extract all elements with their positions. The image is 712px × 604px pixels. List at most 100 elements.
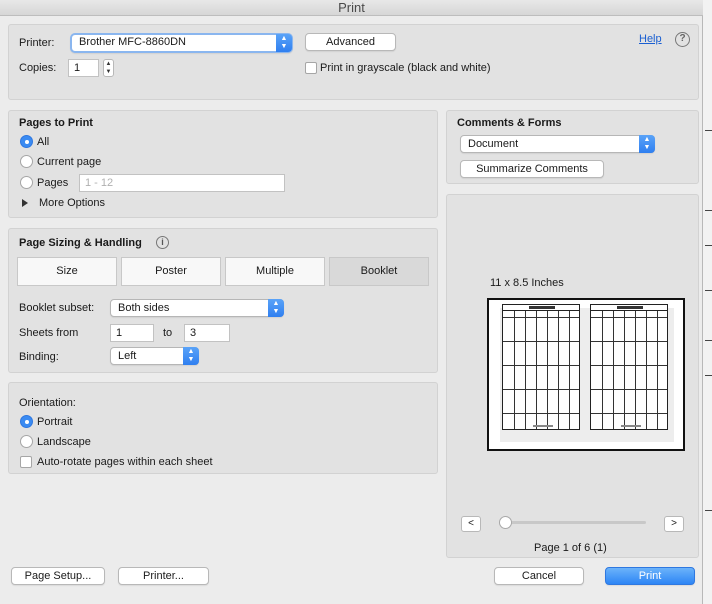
print-dialog: Print Printer: Brother MFC-8860DN ▲ ▼ Adv… bbox=[0, 0, 703, 604]
background-line bbox=[705, 130, 712, 131]
calendar-row-line bbox=[591, 317, 667, 318]
next-page-button[interactable]: > bbox=[664, 516, 684, 532]
landscape-radio[interactable] bbox=[20, 435, 33, 448]
booklet-page-left bbox=[502, 304, 580, 430]
disclosure-triangle-icon[interactable] bbox=[22, 199, 28, 207]
printer-label: Printer: bbox=[19, 37, 55, 49]
calendar-column-line bbox=[646, 311, 647, 429]
calendar-column-line bbox=[569, 311, 570, 429]
binding-value: Left bbox=[118, 350, 137, 362]
tab-poster[interactable]: Poster bbox=[121, 257, 221, 286]
calendar-column-line bbox=[514, 311, 515, 429]
popup-arrows-icon: ▲ ▼ bbox=[639, 135, 655, 153]
help-link[interactable]: Help bbox=[639, 33, 662, 45]
window-title: Print bbox=[0, 0, 703, 16]
page-sizing-title: Page Sizing & Handling bbox=[19, 237, 142, 249]
sheets-to-label: to bbox=[163, 327, 173, 339]
paper-size-label: 11 x 8.5 Inches bbox=[490, 277, 564, 289]
popup-arrows-icon: ▲ ▼ bbox=[268, 299, 284, 317]
binding-select[interactable]: Left ▲ ▼ bbox=[110, 347, 199, 365]
calendar-row-line bbox=[591, 365, 667, 366]
advanced-button[interactable]: Advanced bbox=[305, 33, 396, 51]
tab-multiple[interactable]: Multiple bbox=[225, 257, 325, 286]
printer-select-value: Brother MFC-8860DN bbox=[79, 36, 186, 48]
print-button[interactable]: Print bbox=[605, 567, 695, 585]
booklet-subset-select[interactable]: Both sides ▲ ▼ bbox=[110, 299, 284, 317]
calendar-footer bbox=[533, 425, 553, 427]
calendar-title-bar bbox=[529, 306, 555, 309]
background-line bbox=[705, 510, 712, 511]
calendar-footer bbox=[621, 425, 641, 427]
grayscale-label: Print in grayscale (black and white) bbox=[320, 62, 491, 74]
info-icon[interactable]: i bbox=[156, 236, 169, 249]
summarize-comments-button[interactable]: Summarize Comments bbox=[460, 160, 604, 178]
autorotate-checkbox[interactable] bbox=[20, 456, 32, 468]
comments-forms-select[interactable]: Document ▲ ▼ bbox=[460, 135, 655, 153]
portrait-label: Portrait bbox=[37, 416, 73, 428]
comments-forms-value: Document bbox=[468, 138, 519, 150]
copies-label: Copies: bbox=[19, 62, 57, 74]
calendar-row-line bbox=[503, 413, 579, 414]
pages-range-input[interactable]: 1 - 12 bbox=[79, 174, 285, 192]
background-line bbox=[705, 290, 712, 291]
page-slider-knob[interactable] bbox=[499, 516, 512, 529]
calendar-column-line bbox=[613, 311, 614, 429]
sheets-to-input[interactable]: 3 bbox=[184, 324, 230, 342]
current-page-radio[interactable] bbox=[20, 155, 33, 168]
calendar-row-line bbox=[591, 389, 667, 390]
booklet-subset-label: Booklet subset: bbox=[19, 302, 95, 314]
copies-input[interactable]: 1 bbox=[68, 59, 99, 77]
tab-booklet[interactable]: Booklet bbox=[329, 257, 429, 286]
orientation-title: Orientation: bbox=[19, 397, 76, 409]
cancel-button[interactable]: Cancel bbox=[494, 567, 584, 585]
pages-to-print-title: Pages to Print bbox=[19, 117, 93, 129]
background-line bbox=[705, 340, 712, 341]
calendar-column-line bbox=[525, 311, 526, 429]
portrait-radio[interactable] bbox=[20, 415, 33, 428]
page-setup-button[interactable]: Page Setup... bbox=[11, 567, 105, 585]
calendar-column-line bbox=[624, 311, 625, 429]
sheets-from-input[interactable]: 1 bbox=[110, 324, 154, 342]
sheets-from-label: Sheets from bbox=[19, 327, 79, 339]
popup-arrows-icon: ▲ ▼ bbox=[183, 347, 199, 365]
background-line bbox=[705, 245, 712, 246]
page-slider-track[interactable] bbox=[504, 521, 646, 524]
pages-all-radio[interactable] bbox=[20, 135, 33, 148]
calendar-column-line bbox=[635, 311, 636, 429]
printer-select[interactable]: Brother MFC-8860DN ▲ ▼ bbox=[70, 33, 293, 53]
pages-range-radio[interactable] bbox=[20, 176, 33, 189]
calendar-column-line bbox=[657, 311, 658, 429]
print-preview bbox=[487, 298, 685, 451]
calendar-column-line bbox=[547, 311, 548, 429]
calendar-row-line bbox=[503, 389, 579, 390]
booklet-subset-value: Both sides bbox=[118, 302, 170, 314]
more-options-label[interactable]: More Options bbox=[39, 197, 105, 209]
page-status: Page 1 of 6 (1) bbox=[534, 542, 607, 554]
calendar-column-line bbox=[602, 311, 603, 429]
tab-size[interactable]: Size bbox=[17, 257, 117, 286]
background-line bbox=[705, 375, 712, 376]
pages-range-label: Pages bbox=[37, 177, 69, 189]
background-line bbox=[705, 210, 712, 211]
calendar-row-line bbox=[503, 317, 579, 318]
pages-all-label: All bbox=[37, 136, 50, 148]
binding-label: Binding: bbox=[19, 351, 59, 363]
calendar-row-line bbox=[591, 413, 667, 414]
booklet-page-right bbox=[590, 304, 668, 430]
calendar-row-line bbox=[503, 341, 579, 342]
popup-arrows-icon: ▲ ▼ bbox=[276, 34, 292, 52]
calendar-title-bar bbox=[617, 306, 643, 309]
calendar-row-line bbox=[591, 341, 667, 342]
calendar-row-line bbox=[503, 365, 579, 366]
current-page-label: Current page bbox=[37, 156, 102, 168]
autorotate-label: Auto-rotate pages within each sheet bbox=[37, 456, 213, 468]
background-window-edge bbox=[703, 0, 712, 604]
comments-forms-title: Comments & Forms bbox=[457, 117, 562, 129]
prev-page-button[interactable]: < bbox=[461, 516, 481, 532]
printer-button[interactable]: Printer... bbox=[118, 567, 209, 585]
calendar-column-line bbox=[536, 311, 537, 429]
landscape-label: Landscape bbox=[37, 436, 91, 448]
grayscale-checkbox[interactable] bbox=[305, 62, 317, 74]
help-icon[interactable]: ? bbox=[675, 32, 690, 47]
copies-stepper[interactable]: ▲ ▼ bbox=[103, 59, 114, 77]
